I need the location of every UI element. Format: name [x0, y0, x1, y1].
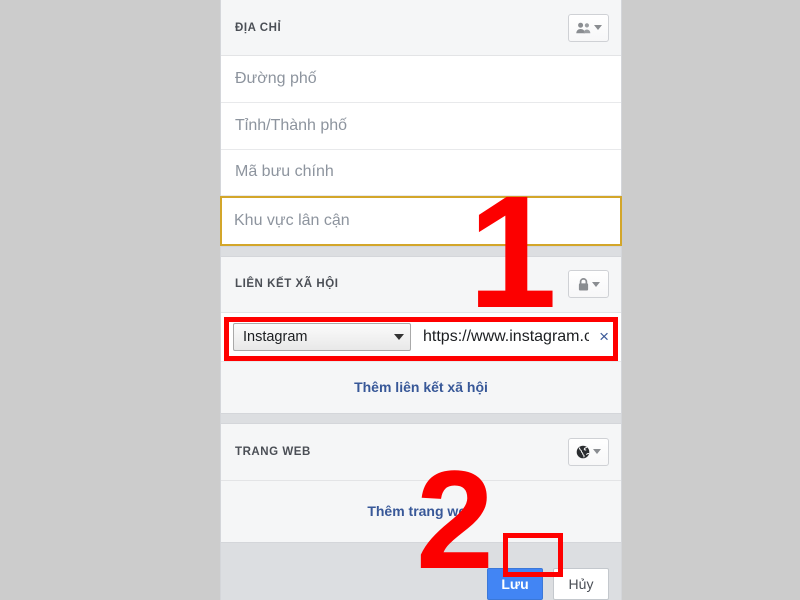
- globe-icon: [576, 445, 590, 459]
- field-city-placeholder: Tỉnh/Thành phố: [235, 116, 348, 134]
- field-street[interactable]: Đường phố: [221, 56, 621, 103]
- section-header-website: TRANG WEB: [221, 424, 621, 481]
- audience-selector-website[interactable]: [568, 437, 609, 466]
- audience-selector-social[interactable]: [568, 270, 609, 299]
- social-url-input[interactable]: https://www.instagram.c: [419, 328, 589, 346]
- social-service-value: Instagram: [243, 328, 308, 345]
- clear-url-icon[interactable]: ×: [597, 328, 611, 345]
- section-header-social: LIÊN KẾT XÃ HỘI: [221, 256, 621, 314]
- social-link-row: Instagram https://www.instagram.c ×: [221, 313, 621, 362]
- add-social-link-label: Thêm liên kết xã hội: [354, 379, 488, 396]
- lock-icon: [578, 277, 589, 291]
- section-title-address: ĐỊA CHỈ: [235, 21, 282, 34]
- add-social-link-button[interactable]: Thêm liên kết xã hội: [221, 361, 621, 414]
- add-website-label: Thêm trang web: [367, 503, 475, 520]
- field-city[interactable]: Tỉnh/Thành phố: [221, 103, 621, 150]
- save-button[interactable]: Lưu: [487, 567, 543, 600]
- field-neighborhood[interactable]: Khu vực lân cận: [220, 196, 622, 246]
- section-title-social: LIÊN KẾT XÃ HỘI: [235, 278, 339, 291]
- cancel-button[interactable]: Hủy: [553, 567, 609, 600]
- add-website-button[interactable]: Thêm trang web: [221, 480, 621, 542]
- field-zipcode-placeholder: Mã bưu chính: [235, 163, 334, 181]
- audience-selector-address[interactable]: [568, 13, 609, 42]
- section-divider-2: [221, 413, 621, 425]
- field-zipcode[interactable]: Mã bưu chính: [221, 149, 621, 197]
- field-street-placeholder: Đường phố: [235, 70, 317, 88]
- profile-edit-card: ĐỊA CHỈ Đường phố Tỉnh/Thành phố Mã bưu …: [220, 0, 622, 600]
- chevron-down-icon: [593, 25, 602, 31]
- field-neighborhood-placeholder: Khu vực lân cận: [234, 211, 350, 229]
- section-title-website: TRANG WEB: [235, 445, 311, 458]
- save-button-label: Lưu: [501, 575, 529, 592]
- form-footer: Lưu Hủy: [221, 541, 621, 600]
- chevron-down-icon: [394, 333, 404, 340]
- section-divider-1: [221, 245, 621, 257]
- cancel-button-label: Hủy: [568, 575, 594, 592]
- section-header-address: ĐỊA CHỈ: [221, 0, 621, 57]
- chevron-down-icon: [593, 449, 601, 455]
- chevron-down-icon: [591, 281, 600, 287]
- social-service-select[interactable]: Instagram: [233, 322, 411, 351]
- friends-icon: [575, 22, 591, 34]
